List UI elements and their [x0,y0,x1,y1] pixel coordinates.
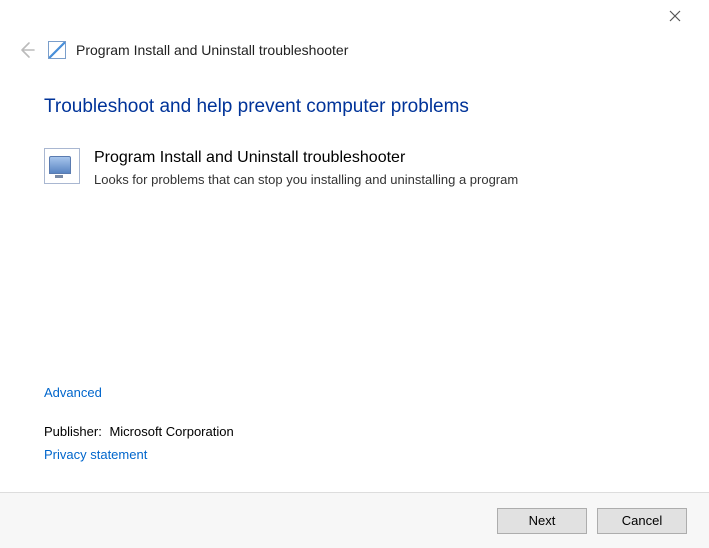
troubleshooter-description: Looks for problems that can stop you ins… [94,171,518,189]
lower-section: Advanced Publisher: Microsoft Corporatio… [44,385,665,462]
page-heading: Troubleshoot and help prevent computer p… [44,96,665,118]
troubleshooter-item: Program Install and Uninstall troublesho… [44,148,665,189]
content-area: Troubleshoot and help prevent computer p… [0,72,709,189]
troubleshooter-title: Program Install and Uninstall troublesho… [94,148,518,169]
publisher-label: Publisher: [44,424,102,439]
header-row: Program Install and Uninstall troublesho… [0,32,709,72]
close-icon [669,10,681,22]
close-button[interactable] [655,2,695,30]
troubleshooter-header-icon [48,41,66,59]
back-button[interactable] [14,38,38,62]
troubleshooter-text: Program Install and Uninstall troublesho… [94,148,518,189]
advanced-link[interactable]: Advanced [44,385,102,400]
arrow-left-icon [17,41,35,59]
monitor-icon [44,148,80,184]
publisher-value: Microsoft Corporation [109,424,233,439]
titlebar [0,0,709,32]
privacy-link[interactable]: Privacy statement [44,447,147,462]
publisher-line: Publisher: Microsoft Corporation [44,424,665,439]
next-button[interactable]: Next [497,508,587,534]
footer: Next Cancel [0,492,709,548]
cancel-button[interactable]: Cancel [597,508,687,534]
window-title: Program Install and Uninstall troublesho… [76,42,348,58]
